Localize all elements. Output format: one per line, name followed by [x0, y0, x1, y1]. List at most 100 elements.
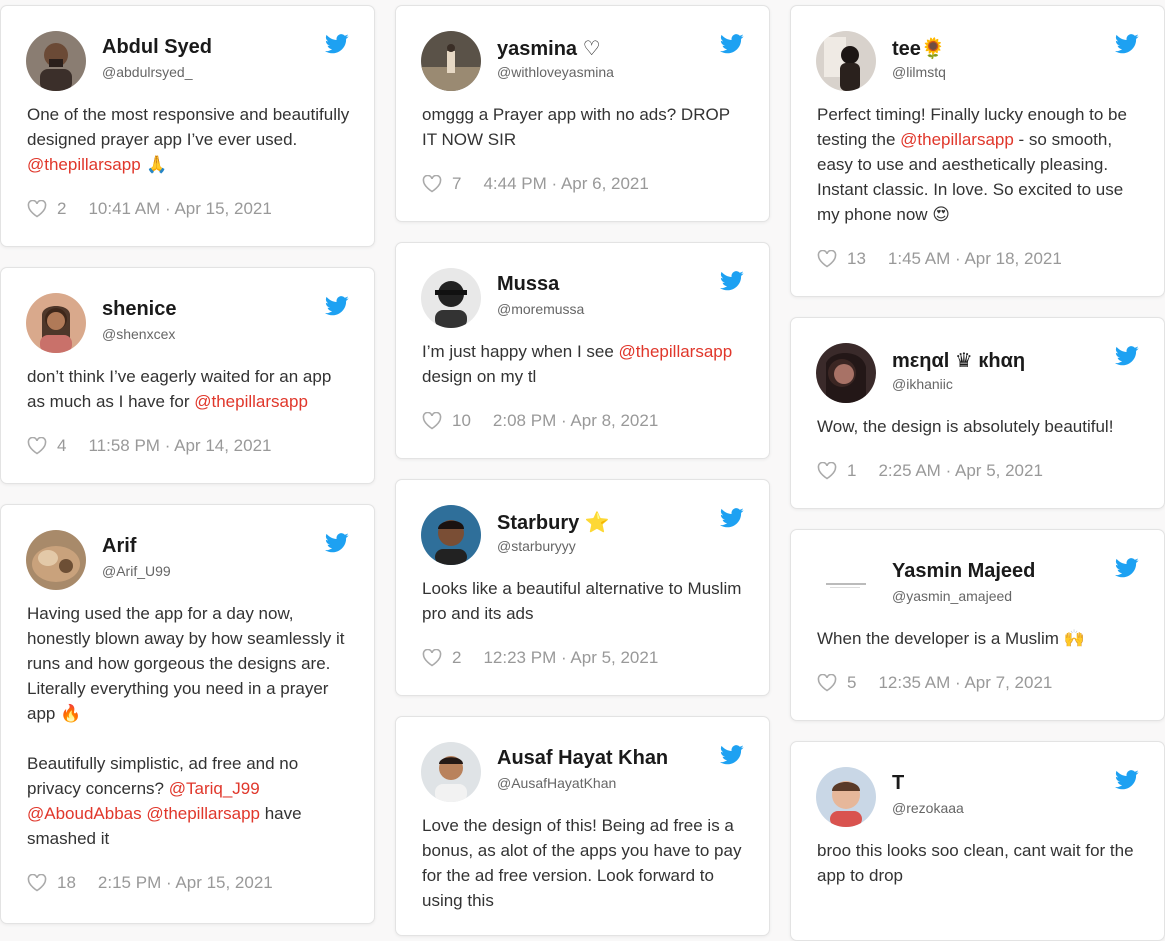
twitter-bird-icon[interactable]: [720, 508, 744, 528]
tweet-card[interactable]: tee🌻 @lilmstq Perfect timing! Finally lu…: [790, 5, 1165, 297]
twitter-bird-icon[interactable]: [1115, 346, 1139, 366]
timestamp[interactable]: 4:44 PM · Apr 6, 2021: [483, 174, 648, 194]
heart-outline-icon[interactable]: [817, 250, 837, 268]
author-handle[interactable]: @starburyyy: [497, 538, 576, 554]
avatar[interactable]: [421, 505, 481, 565]
heart-outline-icon[interactable]: [817, 674, 837, 692]
twitter-bird-icon[interactable]: [1115, 34, 1139, 54]
tweet-card[interactable]: yasmina ♡ @withloveyasmina omggg a Praye…: [395, 5, 770, 222]
author-handle[interactable]: @abdulrsyed_: [102, 64, 193, 80]
tweet-meta: 1 2:25 AM · Apr 5, 2021: [817, 461, 1043, 481]
avatar[interactable]: [816, 343, 876, 403]
heart-outline-icon[interactable]: [422, 412, 442, 430]
avatar[interactable]: [421, 268, 481, 328]
author-name[interactable]: Arif: [102, 535, 136, 558]
timestamp[interactable]: 2:25 AM · Apr 5, 2021: [878, 461, 1042, 481]
author-handle[interactable]: @moremussa: [497, 301, 584, 317]
author-name[interactable]: Yasmin Majeed: [892, 560, 1035, 583]
author-name[interactable]: Ausaf Hayat Khan: [497, 747, 668, 770]
tweet-meta: 4 11:58 PM · Apr 14, 2021: [27, 436, 272, 456]
avatar[interactable]: [26, 31, 86, 91]
author-name[interactable]: shenice: [102, 298, 176, 321]
timestamp[interactable]: 2:15 PM · Apr 15, 2021: [98, 873, 273, 893]
tweet-text-body: broo this looks soo clean, cant wait for…: [817, 841, 1139, 885]
tweet-text-body: Wow, the design is absolutely beautiful!: [817, 417, 1114, 436]
tweet-text-body: Having used the app for a day now, hones…: [27, 604, 345, 798]
heart-outline-icon[interactable]: [27, 200, 47, 218]
tweet-text: omggg a Prayer app with no ads? DROP IT …: [422, 102, 747, 152]
twitter-bird-icon[interactable]: [325, 296, 349, 316]
author-handle[interactable]: @yasmin_amajeed: [892, 588, 1012, 604]
author-name[interactable]: Mussa: [497, 273, 559, 296]
heart-outline-icon[interactable]: [422, 649, 442, 667]
author-handle[interactable]: @ikhaniic: [892, 376, 953, 392]
tweet-card[interactable]: shenice @shenxcex don’t think I’ve eager…: [0, 267, 375, 484]
like-count: 5: [847, 673, 857, 692]
tweet-text: broo this looks soo clean, cant wait for…: [817, 838, 1142, 888]
like-count: 13: [847, 249, 866, 268]
mention-link[interactable]: @thepillarsapp: [27, 155, 141, 174]
avatar[interactable]: [816, 555, 876, 615]
avatar[interactable]: [26, 293, 86, 353]
mention-link[interactable]: @thepillarsapp: [619, 342, 733, 361]
tweet-card[interactable]: Ausaf Hayat Khan @AusafHayatKhan Love th…: [395, 716, 770, 936]
heart-outline-icon[interactable]: [27, 874, 47, 892]
author-handle[interactable]: @withloveyasmina: [497, 64, 614, 80]
tweet-text: One of the most responsive and beautiful…: [27, 102, 352, 178]
avatar[interactable]: [421, 742, 481, 802]
author-name[interactable]: mεηαl ♛ кhαη: [892, 348, 1025, 373]
tweet-text: I’m just happy when I see @thepillarsapp…: [422, 339, 747, 389]
author-name[interactable]: Abdul Syed: [102, 36, 212, 59]
author-name[interactable]: Starbury ⭐: [497, 510, 610, 535]
tweet-text: Having used the app for a day now, hones…: [27, 601, 352, 851]
author-handle[interactable]: @Arif_U99: [102, 563, 171, 579]
timestamp[interactable]: 2:08 PM · Apr 8, 2021: [493, 411, 658, 431]
tweet-card[interactable]: Yasmin Majeed @yasmin_amajeed When the d…: [790, 529, 1165, 721]
avatar[interactable]: [26, 530, 86, 590]
timestamp[interactable]: 12:35 AM · Apr 7, 2021: [878, 673, 1052, 693]
author-handle[interactable]: @lilmstq: [892, 64, 946, 80]
tweet-text-body: omggg a Prayer app with no ads? DROP IT …: [422, 105, 735, 149]
author-name[interactable]: T: [892, 772, 904, 795]
tweet-meta: 10 2:08 PM · Apr 8, 2021: [422, 411, 658, 431]
twitter-bird-icon[interactable]: [325, 34, 349, 54]
like-count: 4: [57, 436, 67, 455]
timestamp[interactable]: 12:23 PM · Apr 5, 2021: [483, 648, 658, 668]
tweet-text-body: I’m just happy when I see: [422, 342, 619, 361]
author-handle[interactable]: @rezokaaa: [892, 800, 964, 816]
tweet-card[interactable]: Arif @Arif_U99 Having used the app for a…: [0, 504, 375, 924]
twitter-bird-icon[interactable]: [720, 34, 744, 54]
tweet-card[interactable]: Abdul Syed @abdulrsyed_ One of the most …: [0, 5, 375, 247]
avatar[interactable]: [421, 31, 481, 91]
timestamp[interactable]: 10:41 AM · Apr 15, 2021: [88, 199, 271, 219]
twitter-bird-icon[interactable]: [1115, 558, 1139, 578]
twitter-bird-icon[interactable]: [720, 745, 744, 765]
avatar[interactable]: [816, 31, 876, 91]
heart-outline-icon[interactable]: [27, 437, 47, 455]
tweet-text: Perfect timing! Finally lucky enough to …: [817, 102, 1142, 227]
twitter-bird-icon[interactable]: [1115, 770, 1139, 790]
tweet-meta: 2 10:41 AM · Apr 15, 2021: [27, 199, 272, 219]
twitter-bird-icon[interactable]: [720, 271, 744, 291]
heart-outline-icon[interactable]: [422, 175, 442, 193]
author-handle[interactable]: @AusafHayatKhan: [497, 775, 616, 791]
author-handle[interactable]: @shenxcex: [102, 326, 175, 342]
timestamp[interactable]: 1:45 AM · Apr 18, 2021: [888, 249, 1062, 269]
tweet-text: Looks like a beautiful alternative to Mu…: [422, 576, 747, 626]
mention-link[interactable]: @thepillarsapp: [194, 392, 308, 411]
author-name[interactable]: tee🌻: [892, 36, 946, 61]
tweet-meta: 7 4:44 PM · Apr 6, 2021: [422, 174, 649, 194]
author-name[interactable]: yasmina ♡: [497, 36, 601, 61]
avatar[interactable]: [816, 767, 876, 827]
tweet-card[interactable]: Starbury ⭐ @starburyyy Looks like a beau…: [395, 479, 770, 696]
tweet-card[interactable]: T @rezokaaa broo this looks soo clean, c…: [790, 741, 1165, 941]
tweet-text-body: One of the most responsive and beautiful…: [27, 105, 354, 149]
tweet-text: Love the design of this! Being ad free i…: [422, 813, 747, 913]
mention-link[interactable]: @thepillarsapp: [900, 130, 1014, 149]
heart-outline-icon[interactable]: [817, 462, 837, 480]
tweet-text: Wow, the design is absolutely beautiful!: [817, 414, 1142, 439]
twitter-bird-icon[interactable]: [325, 533, 349, 553]
tweet-card[interactable]: mεηαl ♛ кhαη @ikhaniic Wow, the design i…: [790, 317, 1165, 509]
timestamp[interactable]: 11:58 PM · Apr 14, 2021: [88, 436, 271, 456]
tweet-card[interactable]: Mussa @moremussa I’m just happy when I s…: [395, 242, 770, 459]
